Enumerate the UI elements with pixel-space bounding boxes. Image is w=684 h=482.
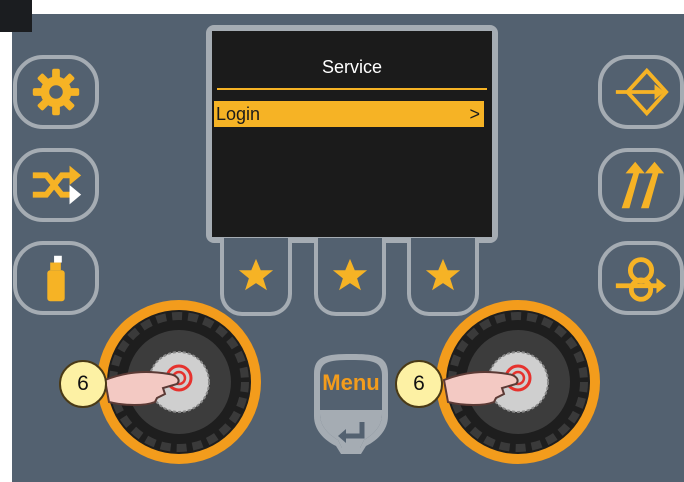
spray-button[interactable] bbox=[13, 241, 99, 315]
gear-icon bbox=[32, 68, 80, 116]
menu-button-label: Menu bbox=[322, 370, 380, 395]
display-frame: Service Login > bbox=[206, 25, 498, 243]
title-divider bbox=[217, 88, 487, 90]
diamond-arrow-icon bbox=[615, 67, 669, 117]
callout-badge-right: 6 bbox=[395, 360, 443, 408]
knob-graphic bbox=[436, 300, 600, 464]
loop-arrow-icon bbox=[615, 257, 667, 302]
star-icon bbox=[332, 258, 368, 291]
softkey-2[interactable] bbox=[314, 238, 386, 316]
star-icon bbox=[425, 258, 461, 291]
diamond-arrow-button[interactable] bbox=[598, 55, 684, 129]
panel-corner bbox=[0, 0, 32, 32]
settings-button[interactable] bbox=[13, 55, 99, 129]
left-knob[interactable] bbox=[95, 298, 263, 466]
star-icon bbox=[238, 258, 274, 291]
menu-item-login[interactable]: Login > bbox=[214, 101, 484, 127]
display-title: Service bbox=[321, 57, 383, 77]
menu-item-label: Login bbox=[216, 104, 261, 124]
shuffle-icon bbox=[32, 165, 82, 205]
shuffle-button[interactable] bbox=[13, 148, 99, 222]
slash-arrows-icon bbox=[621, 161, 665, 209]
return-arrow-icon bbox=[338, 422, 365, 443]
knob-graphic bbox=[97, 300, 261, 464]
spray-can-icon bbox=[47, 255, 65, 302]
callout-badge-left: 6 bbox=[59, 360, 107, 408]
right-knob[interactable] bbox=[434, 298, 602, 466]
display-screen: Service Login > bbox=[212, 31, 492, 237]
menu-item-arrow: > bbox=[469, 104, 480, 124]
slash-arrows-button[interactable] bbox=[598, 148, 684, 222]
menu-button[interactable]: Menu bbox=[306, 350, 396, 458]
loop-arrow-button[interactable] bbox=[598, 241, 684, 315]
